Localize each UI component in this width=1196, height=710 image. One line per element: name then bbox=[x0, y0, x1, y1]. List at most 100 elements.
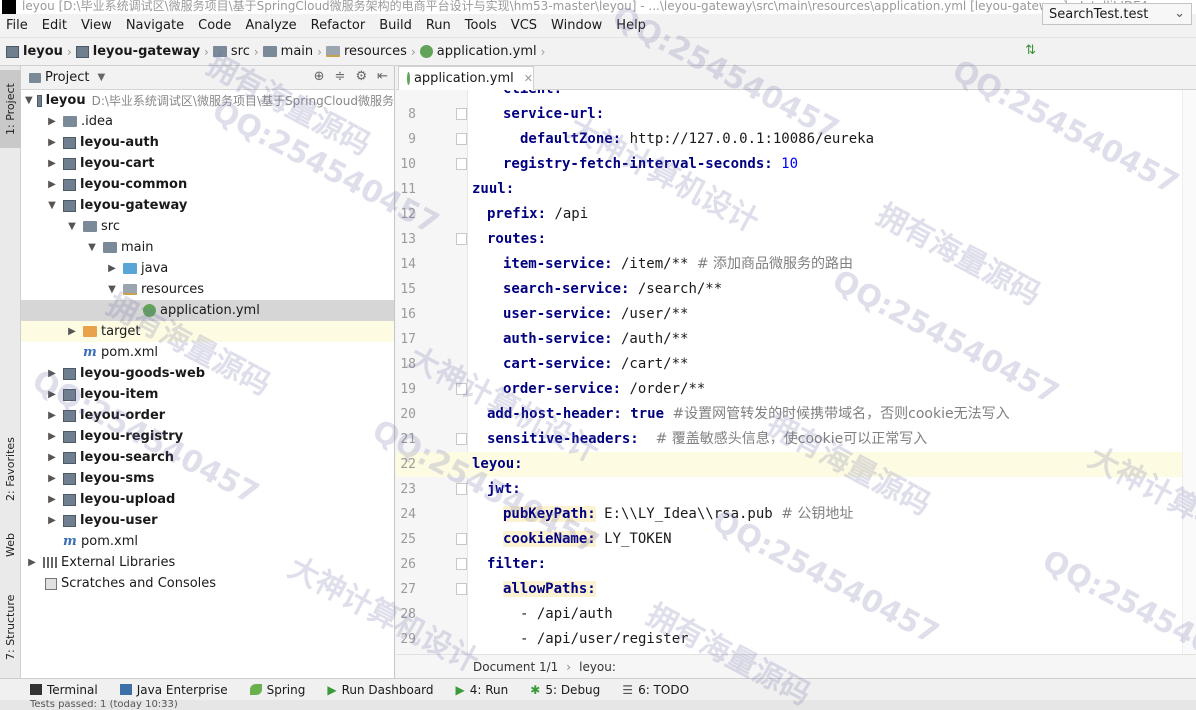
menu-vcs[interactable]: VCS bbox=[511, 18, 537, 33]
menu-view[interactable]: View bbox=[81, 18, 112, 33]
menu-file[interactable]: File bbox=[6, 18, 28, 33]
chevron-down-icon[interactable]: ▼ bbox=[45, 200, 59, 211]
tree-item-scratches[interactable]: Scratches and Consoles bbox=[21, 573, 394, 594]
tree-item-main[interactable]: ▼ main bbox=[21, 237, 394, 258]
tree-item-leyou-goods-web[interactable]: ▶ leyou-goods-web bbox=[21, 363, 394, 384]
tree-item-idea[interactable]: ▶ .idea bbox=[21, 111, 394, 132]
tab-structure[interactable]: 7: Structure bbox=[0, 582, 21, 672]
chevron-right-icon[interactable]: ▶ bbox=[45, 158, 59, 169]
tool-run[interactable]: ▶ 4: Run bbox=[456, 683, 509, 697]
code-line: 18 cart-service: /cart/** bbox=[400, 356, 689, 372]
breadcrumb-main[interactable]: main › bbox=[262, 44, 322, 59]
hide-icon[interactable]: ⇤ bbox=[377, 69, 388, 84]
tree-item-target[interactable]: ▶ target bbox=[21, 321, 394, 342]
chevron-down-icon[interactable]: ▼ bbox=[97, 72, 105, 83]
run-dashboard-icon: ▶ bbox=[327, 682, 337, 697]
chevron-right-icon[interactable]: ▶ bbox=[45, 368, 59, 379]
chevron-right-icon[interactable]: ▶ bbox=[45, 452, 59, 463]
chevron-right-icon[interactable]: ▶ bbox=[45, 116, 59, 127]
tree-item-leyou-common[interactable]: ▶ leyou-common bbox=[21, 174, 394, 195]
fold-marker-icon[interactable] bbox=[456, 533, 467, 545]
tool-java-enterprise[interactable]: Java Enterprise bbox=[119, 683, 228, 697]
chevron-right-icon[interactable]: ▶ bbox=[25, 557, 39, 568]
tree-item-leyou-item[interactable]: ▶ leyou-item bbox=[21, 384, 394, 405]
chevron-down-icon[interactable]: ▼ bbox=[105, 284, 119, 295]
chevron-right-icon[interactable]: ▶ bbox=[45, 515, 59, 526]
code-area[interactable]: client: 8service-url: 9defaultZone: http… bbox=[396, 90, 1196, 654]
menu-analyze[interactable]: Analyze bbox=[245, 18, 296, 33]
fold-marker-icon[interactable] bbox=[456, 433, 467, 445]
chevron-down-icon[interactable]: ▼ bbox=[85, 242, 99, 253]
chevron-right-icon[interactable]: ▶ bbox=[65, 326, 79, 337]
tree-item-leyou-search[interactable]: ▶ leyou-search bbox=[21, 447, 394, 468]
breadcrumb-src[interactable]: src › bbox=[212, 44, 259, 59]
tool-todo[interactable]: ☰ 6: TODO bbox=[622, 683, 689, 697]
fold-marker-icon[interactable] bbox=[456, 233, 467, 245]
tree-item-leyou-user[interactable]: ▶ leyou-user bbox=[21, 510, 394, 531]
tab-favorites[interactable]: 2: Favorites bbox=[0, 426, 21, 512]
tree-item-pom-root[interactable]: m pom.xml bbox=[21, 531, 394, 552]
tree-item-java[interactable]: ▶ java bbox=[21, 258, 394, 279]
chevron-right-icon[interactable]: ▶ bbox=[105, 263, 119, 274]
yaml-path[interactable]: leyou: bbox=[579, 660, 616, 674]
tab-project[interactable]: 1: Project bbox=[0, 70, 21, 148]
tree-item-leyou-registry[interactable]: ▶ leyou-registry bbox=[21, 426, 394, 447]
close-icon[interactable]: ✕ bbox=[524, 72, 533, 85]
tool-spring[interactable]: Spring bbox=[249, 683, 305, 697]
tree-item-leyou-order[interactable]: ▶ leyou-order bbox=[21, 405, 394, 426]
fold-marker-icon[interactable] bbox=[456, 158, 467, 170]
collapse-icon[interactable]: ≑ bbox=[335, 69, 346, 84]
editor-scrollbar[interactable] bbox=[1182, 90, 1196, 654]
tree-item-src[interactable]: ▼ src bbox=[21, 216, 394, 237]
tree-item-leyou[interactable]: ▼ leyou D:\毕业系统调试区\微服务项目\基于SpringCloud微服务 bbox=[21, 90, 394, 111]
tab-web[interactable]: Web bbox=[0, 522, 21, 568]
tree-item-pom-gateway[interactable]: m pom.xml bbox=[21, 342, 394, 363]
chevron-down-icon[interactable]: ▼ bbox=[25, 95, 33, 106]
tree-item-application-yml[interactable]: application.yml bbox=[21, 300, 394, 321]
sort-icon[interactable]: ⇅ bbox=[1025, 43, 1036, 58]
tree-item-leyou-upload[interactable]: ▶ leyou-upload bbox=[21, 489, 394, 510]
chevron-right-icon[interactable]: ▶ bbox=[45, 473, 59, 484]
document-indicator[interactable]: Document 1/1 bbox=[473, 660, 558, 674]
tool-terminal[interactable]: Terminal bbox=[30, 683, 98, 697]
menu-code[interactable]: Code bbox=[198, 18, 231, 33]
chevron-right-icon[interactable]: ▶ bbox=[45, 494, 59, 505]
tree-item-leyou-sms[interactable]: ▶ leyou-sms bbox=[21, 468, 394, 489]
fold-marker-icon[interactable] bbox=[456, 583, 467, 595]
chevron-right-icon[interactable]: ▶ bbox=[45, 179, 59, 190]
menu-edit[interactable]: Edit bbox=[42, 18, 67, 33]
fold-marker-icon[interactable] bbox=[456, 558, 467, 570]
menu-run[interactable]: Run bbox=[426, 18, 451, 33]
chevron-right-icon[interactable]: ▶ bbox=[45, 137, 59, 148]
menu-tools[interactable]: Tools bbox=[465, 18, 497, 33]
tab-application-yml[interactable]: application.yml ✕ bbox=[398, 66, 534, 90]
tree-item-external-libraries[interactable]: ▶ External Libraries bbox=[21, 552, 394, 573]
menu-build[interactable]: Build bbox=[379, 18, 412, 33]
chevron-right-icon[interactable]: ▶ bbox=[45, 389, 59, 400]
fold-marker-icon[interactable] bbox=[456, 483, 467, 495]
tool-run-dashboard[interactable]: ▶ Run Dashboard bbox=[327, 683, 433, 697]
tree-item-leyou-cart[interactable]: ▶ leyou-cart bbox=[21, 153, 394, 174]
breadcrumb-leyou-gateway[interactable]: leyou-gateway › bbox=[75, 44, 209, 59]
fold-marker-icon[interactable] bbox=[456, 133, 467, 145]
tree-item-leyou-gateway[interactable]: ▼ leyou-gateway bbox=[21, 195, 394, 216]
menu-navigate[interactable]: Navigate bbox=[126, 18, 184, 33]
menu-window[interactable]: Window bbox=[551, 18, 602, 33]
chevron-down-icon[interactable]: ▼ bbox=[65, 221, 79, 232]
fold-marker-icon[interactable] bbox=[456, 108, 467, 120]
locate-icon[interactable]: ⊕ bbox=[314, 69, 325, 84]
breadcrumb-application-yml[interactable]: application.yml › bbox=[419, 44, 545, 59]
run-config-dropdown[interactable]: SearchTest.test ⌄ bbox=[1042, 3, 1192, 25]
tree-item-resources[interactable]: ▼ resources bbox=[21, 279, 394, 300]
gear-icon[interactable]: ⚙ bbox=[355, 69, 367, 84]
fold-marker-icon[interactable] bbox=[456, 383, 467, 395]
breadcrumb-resources[interactable]: resources › bbox=[325, 44, 416, 59]
breadcrumb-leyou[interactable]: leyou › bbox=[6, 44, 72, 59]
tool-debug[interactable]: ✱ 5: Debug bbox=[530, 683, 600, 697]
tree-item-leyou-auth[interactable]: ▶ leyou-auth bbox=[21, 132, 394, 153]
menu-refactor[interactable]: Refactor bbox=[311, 18, 366, 33]
menu-help[interactable]: Help bbox=[616, 18, 646, 33]
project-panel-title[interactable]: Project bbox=[45, 70, 89, 85]
chevron-right-icon[interactable]: ▶ bbox=[45, 410, 59, 421]
chevron-right-icon[interactable]: ▶ bbox=[45, 431, 59, 442]
